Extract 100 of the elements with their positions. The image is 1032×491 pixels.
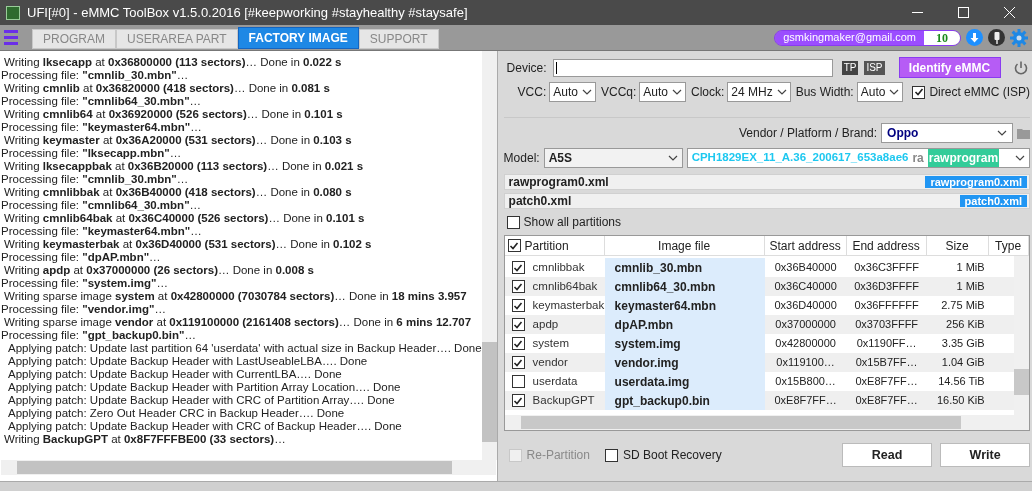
checkbox-label: Direct eMMC (ISP)	[929, 84, 1031, 101]
table-cell-text: 0x36B40000	[774, 260, 837, 276]
table-cell-text: cmnlib_30.mbn	[614, 259, 702, 277]
app-icon	[6, 5, 20, 20]
isp-badge[interactable]: ISP	[864, 60, 885, 75]
table-cell-text: 14.56 TiB	[938, 374, 985, 390]
vertical-scrollbar[interactable]	[1014, 256, 1030, 415]
checkbox[interactable]	[511, 394, 525, 407]
power-icon[interactable]	[1012, 59, 1029, 76]
download-icon[interactable]	[966, 29, 983, 46]
table-cell-text: 0xE8F7FF…	[855, 374, 918, 390]
checkbox[interactable]	[511, 375, 525, 388]
device-label: Device:	[506, 59, 547, 77]
table-cell-text: dpAP.mbn	[614, 316, 674, 334]
usb-plug-icon[interactable]	[988, 29, 1005, 46]
file-tag: rawprogram0.xml	[925, 176, 1028, 188]
table-cell-text: 1 MiB	[956, 260, 985, 276]
table-cell-text: 0x15B7FF…	[855, 355, 918, 371]
dropdown[interactable]: Auto	[549, 82, 596, 102]
log-line: Writing cmnlib at 0x36820000 (418 sectors)… Done in 0.081 s	[3, 82, 330, 95]
log-line: Writing apdp at 0x37000000 (26 sectors)… Done in 0.008 s	[3, 264, 314, 277]
log-line: Applying patch: Update Backup Header with CRC of Backup Header…. Done	[7, 420, 402, 433]
model-label: Model:	[503, 150, 540, 167]
dropdown[interactable]: Auto	[856, 82, 904, 102]
device-field[interactable]	[552, 58, 833, 77]
log-line: Writing sparse image vendor at 0x119100000 (2161408 sectors)… Done in 6 mins 12.707	[3, 316, 472, 329]
table-cell-text: 1.04 GiB	[941, 355, 985, 371]
table-cell-text: 3.35 GiB	[941, 336, 985, 352]
checkbox[interactable]	[507, 239, 521, 252]
column-header[interactable]: End address	[846, 236, 927, 255]
action-button[interactable]: Write	[940, 443, 1031, 467]
checkbox[interactable]	[511, 337, 525, 350]
close-icon[interactable]	[1003, 7, 1015, 18]
action-button[interactable]: Read	[842, 443, 933, 467]
log-line: Processing file: "cmnlib_30.mbn"…	[0, 69, 189, 82]
table-cell-text: 16.50 KiB	[936, 393, 985, 409]
column-header[interactable]: Size	[926, 236, 989, 255]
log-line: Applying patch: Zero Out Header CRC in Backup Header…. Done	[7, 407, 345, 420]
table-cell-text: 2.75 MiB	[941, 298, 985, 314]
firmware-dropdown[interactable]: CPH1829EX_11_A.36_200617_653a8ae6 ra rawprogram	[686, 148, 1031, 168]
brand-dropdown[interactable]: Oppo	[881, 123, 1014, 143]
checkbox[interactable]	[511, 299, 525, 312]
table-cell-text: 1 MiB	[956, 279, 985, 295]
maximize-icon[interactable]	[957, 7, 969, 18]
checkbox[interactable]	[604, 448, 618, 462]
checkbox[interactable]	[912, 85, 926, 99]
log-line: Processing file: "cmnlib_30.mbn"…	[0, 173, 189, 186]
vertical-scrollbar[interactable]	[481, 51, 497, 460]
caret-icon	[672, 89, 682, 95]
account-email: gsmkingmaker@gmail.com	[775, 30, 924, 45]
file-name: rawprogram0.xml	[508, 174, 609, 191]
table-cell-text: userdata	[532, 373, 578, 389]
dropdown[interactable]: 24 MHz	[727, 82, 791, 102]
tp-badge[interactable]: TP	[841, 60, 859, 75]
table-cell-text: BackupGPT	[532, 392, 595, 408]
table-cell-text: 0x36FFFFFF	[854, 298, 919, 314]
model-dropdown[interactable]: A5S	[543, 148, 683, 168]
file-tag: patch0.xml	[959, 195, 1028, 207]
table-cell-text: keymaster64.mbn	[614, 297, 716, 315]
table-cell-text: apdp	[532, 316, 559, 332]
horizontal-scrollbar[interactable]	[504, 415, 1030, 430]
window-title: UFI[#0] - eMMC ToolBox v1.5.0.2016 [#keepworking #stayhealthy #staysafe]	[27, 3, 468, 22]
log-line: Applying patch: Update Backup Header with CRC of Partition Array…. Done	[7, 394, 395, 407]
column-header[interactable]: Start address	[764, 236, 847, 255]
column-header[interactable]: Partition	[504, 236, 605, 255]
checkbox[interactable]	[511, 280, 525, 293]
identify-emmc-button[interactable]: Identify eMMC	[898, 57, 1001, 78]
log-line: Writing lksecappbak at 0x36B20000 (113 sectors)… Done in 0.021 s	[3, 160, 364, 173]
log-line: Applying patch: Update last partition 64 'userdata' with actual size in Backup Header…. Done	[7, 342, 482, 355]
checkbox[interactable]	[511, 356, 525, 369]
caret-icon	[776, 89, 787, 95]
checkbox[interactable]	[511, 261, 525, 274]
log-line: Writing keymasterbak at 0x36D40000 (531 sectors)… Done in 0.102 s	[3, 238, 372, 251]
table-cell-text: 0x36D40000	[774, 298, 837, 314]
minimize-icon[interactable]	[911, 11, 923, 14]
horizontal-scrollbar[interactable]	[1, 460, 496, 475]
dropdown[interactable]: Auto	[639, 82, 686, 102]
checkbox[interactable]	[511, 318, 525, 331]
table-cell-text: 0x36C3FFFF	[854, 260, 919, 276]
log-line: Processing file: "cmnlib64_30.mbn"…	[0, 95, 202, 108]
tab[interactable]: FACTORY IMAGE	[237, 27, 359, 49]
select-label: Clock:	[691, 84, 725, 101]
log-line: Writing BackupGPT at 0x8F7FFFBE00 (33 sectors)…	[3, 433, 286, 446]
column-header[interactable]: Image file	[604, 236, 765, 255]
caret-icon	[997, 130, 1008, 136]
log-line: Writing sparse image system at 0x42800000 (7030784 sectors)… Done in 18 mins 3.957	[3, 290, 467, 303]
table-cell-text: userdata.img	[614, 373, 690, 391]
settings-icon[interactable]	[1010, 28, 1028, 47]
column-header[interactable]: Type	[988, 236, 1029, 255]
log-line: Processing file: "cmnlib64_30.mbn"…	[0, 199, 202, 212]
table-cell-text: cmnlibbak	[532, 259, 585, 275]
log-line: Processing file: "keymaster64.mbn"…	[0, 121, 202, 134]
table-cell-text: system	[532, 335, 570, 351]
log-line: Processing file: "lksecapp.mbn"…	[0, 147, 182, 160]
log-line: Writing lksecapp at 0x36800000 (113 sectors)… Done in 0.022 s	[3, 56, 342, 69]
caret-icon	[581, 89, 592, 95]
caret-icon	[889, 89, 900, 95]
table-cell-text: 0x42800000	[775, 336, 836, 352]
table-cell-text: 0x36C40000	[774, 279, 837, 295]
checkbox[interactable]	[506, 215, 520, 229]
